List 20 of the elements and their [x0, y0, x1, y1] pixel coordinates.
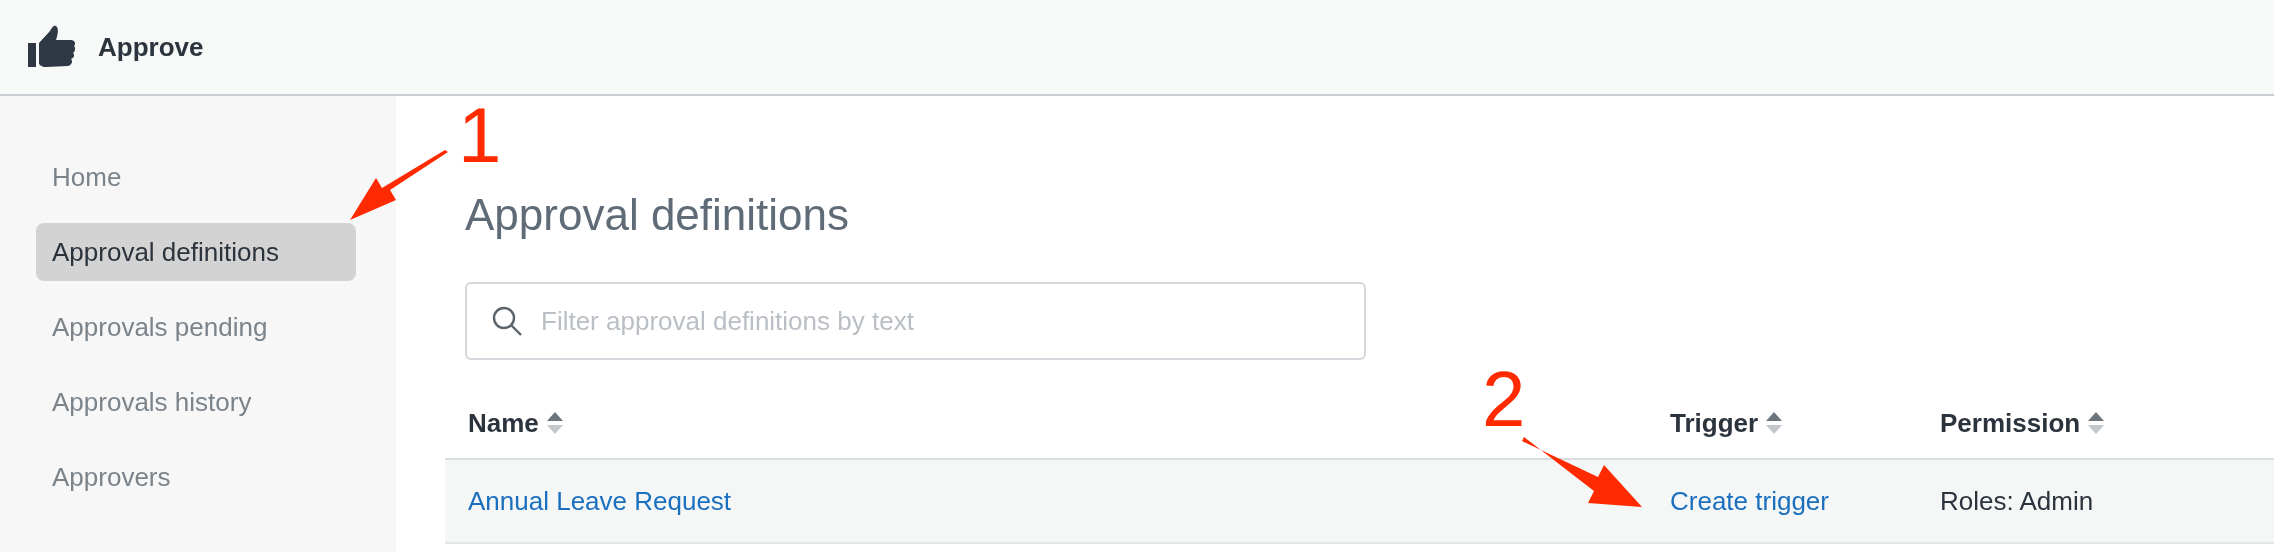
sidebar-item[interactable]: Home [36, 148, 356, 206]
definition-link[interactable]: Annual Leave Request [468, 485, 732, 516]
table-cell: Roles: Admin [1940, 485, 2094, 516]
search-field[interactable]: Filter approval definitions by text [465, 282, 1366, 360]
annotation-number: 1 [458, 96, 502, 174]
sort-icon[interactable] [2088, 412, 2105, 434]
sort-icon[interactable] [546, 412, 563, 434]
column-header[interactable]: Trigger [1670, 407, 1759, 439]
app-name: Approve [98, 31, 204, 63]
thumbs-up-icon [28, 25, 76, 69]
page-title: Approval definitions [465, 189, 850, 241]
sidebar-item[interactable]: Approvers [36, 448, 356, 506]
column-header[interactable]: Name [468, 407, 539, 439]
sidebar-item[interactable]: Approvals history [36, 373, 356, 431]
annotation-number: 2 [1482, 360, 1526, 438]
sidebar-item[interactable]: Approval definitions [36, 223, 356, 281]
column-header[interactable]: Permission [1940, 407, 2081, 439]
sidebar-item[interactable]: Approvals pending [36, 298, 356, 356]
trigger-link[interactable]: Create trigger [1670, 485, 1829, 516]
sort-icon[interactable] [1766, 412, 1783, 434]
